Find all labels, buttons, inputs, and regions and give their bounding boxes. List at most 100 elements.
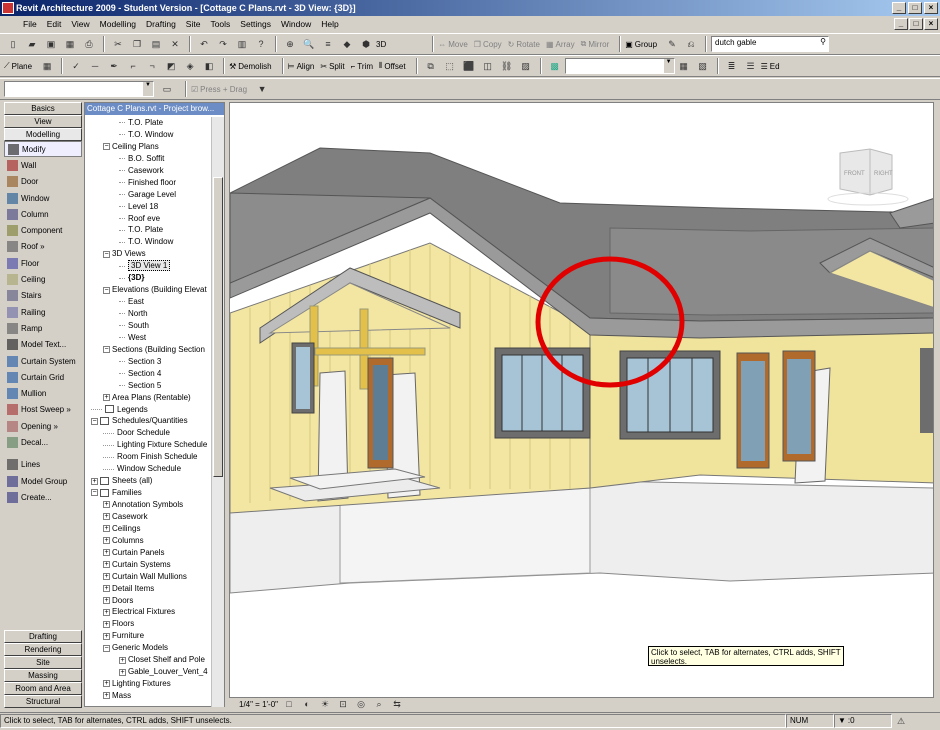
collapse-icon[interactable]: − [103,250,110,258]
house-3d-render[interactable]: FRONT RIGHT [230,103,934,698]
expand-icon[interactable]: + [103,632,110,640]
browser-node[interactable]: North [85,308,212,320]
maximize-button[interactable]: □ [908,2,922,14]
browser-node[interactable]: Finished floor [85,177,212,189]
type-properties-icon[interactable]: ▧ [694,57,712,75]
mirror-button[interactable]: ⧉ Mirror [581,39,610,49]
properties-icon[interactable]: ▦ [675,57,693,75]
viewcube[interactable]: FRONT RIGHT [827,148,909,206]
expand-icon[interactable]: + [103,549,110,557]
browser-node[interactable]: Lighting Fixture Schedule [85,439,212,451]
collapse-icon[interactable]: − [103,644,110,652]
3d-view-label[interactable]: 3D [376,40,386,49]
rendering-icon[interactable]: ▩ [546,57,564,75]
collapse-icon[interactable]: − [91,489,98,497]
design-item-model-group[interactable]: Model Group [4,473,82,489]
browser-node[interactable]: + Annotation Symbols [85,499,212,511]
design-item-window[interactable]: Window [4,190,82,206]
paint-bucket-icon[interactable]: ◈ [181,57,199,75]
design-item-railing[interactable]: Railing [4,304,82,320]
worksets-icon[interactable]: ⇆ [391,699,403,709]
filter-indicator[interactable]: ▼ :0 [834,714,892,728]
design-tab-view[interactable]: View [4,115,82,128]
menu-help[interactable]: Help [316,16,343,32]
expand-icon[interactable]: + [103,620,110,628]
browser-node[interactable]: Roof eve [85,213,212,225]
help-icon[interactable]: ? [252,35,270,53]
design-item-door[interactable]: Door [4,174,82,190]
model-graphics-icon[interactable]: ◐ [301,699,313,709]
revit-app-icon[interactable] [2,2,14,14]
browser-node[interactable]: − Sections (Building Section [85,344,212,356]
menu-window[interactable]: Window [276,16,316,32]
menu-edit[interactable]: Edit [42,16,67,32]
browser-node[interactable]: −3D Views [85,248,212,260]
design-item-modify[interactable]: Modify [4,141,82,158]
rotate-button[interactable]: ↻ Rotate [508,40,540,49]
menu-view[interactable]: View [66,16,94,32]
save-to-central-icon[interactable]: ▦ [61,35,79,53]
shadows-icon[interactable]: ☀ [319,699,331,709]
expand-icon[interactable]: + [91,477,98,485]
redo-icon[interactable]: ↷ [214,35,232,53]
search-input[interactable]: dutch gable ⚲ [711,36,830,52]
expand-icon[interactable]: + [103,692,110,700]
browser-node[interactable]: 3D View 1 [85,260,212,272]
browser-node[interactable]: + Detail Items [85,583,212,595]
reveal-icon[interactable]: ⌕ [373,699,385,709]
thin-lines-icon[interactable]: ≡ [319,35,337,53]
menu-site[interactable]: Site [181,16,206,32]
design-item-floor[interactable]: Floor [4,255,82,271]
resize-icon[interactable]: ⬚ [441,57,459,75]
browser-node[interactable]: − Schedules/Quantities [85,415,212,427]
browser-node[interactable]: Door Schedule [85,427,212,439]
menu-modelling[interactable]: Modelling [95,16,141,32]
wall-join-icon[interactable]: ◩ [162,57,180,75]
browser-node[interactable]: Section 4 [85,368,212,380]
doc-minimize-button[interactable]: _ [894,18,908,30]
design-item-curtain-grid[interactable]: Curtain Grid [4,369,82,385]
expand-icon[interactable]: + [119,668,126,676]
collapse-icon[interactable]: − [103,346,110,354]
browser-node[interactable]: + Gable_Louver_Vent_4 [85,666,212,678]
unjoin-icon[interactable]: ¬ [143,57,161,75]
cut-icon[interactable]: ✂ [109,35,127,53]
menu-file[interactable]: File [18,16,42,32]
browser-node[interactable]: − Elevations (Building Elevat [85,284,212,296]
design-tab-site[interactable]: Site [4,656,82,669]
expand-icon[interactable]: + [103,513,110,521]
cancel-icon[interactable]: ✕ [166,35,184,53]
design-item-component[interactable]: Component [4,222,82,238]
browser-node[interactable]: + Curtain Systems [85,559,212,571]
browser-node[interactable]: B.O. Soffit [85,153,212,165]
browser-scrollbar[interactable] [211,117,224,707]
close-button[interactable]: × [924,2,938,14]
new-icon[interactable]: ▯ [4,35,22,53]
properties-button-icon[interactable]: ▭ [158,80,176,98]
plane-button[interactable]: ⟋ Plane [4,61,32,71]
design-item-curtain-system[interactable]: Curtain System [4,353,82,369]
split-button[interactable]: ✂ Split [320,62,344,71]
trim-button[interactable]: ⌐ Trim [351,62,373,71]
pin-icon[interactable]: ✎ [663,35,681,53]
collapse-icon[interactable]: − [103,143,110,151]
image-icon[interactable]: ▨ [517,57,535,75]
expand-icon[interactable]: + [103,525,110,533]
browser-node[interactable]: + Area Plans (Rentable) [85,392,212,404]
text-icon[interactable]: ≣ [723,57,741,75]
expand-icon[interactable]: + [103,680,110,688]
browser-node[interactable]: T.O. Plate [85,224,212,236]
design-tab-modelling[interactable]: Modelling [4,128,82,141]
design-item-ramp[interactable]: Ramp [4,320,82,336]
design-item-column[interactable]: Column [4,206,82,222]
browser-node[interactable]: South [85,320,212,332]
expand-icon[interactable]: + [103,561,110,569]
view-scrollbar[interactable] [934,102,940,698]
browser-node[interactable]: T.O. Plate [85,117,212,129]
doc-restore-button[interactable]: □ [909,18,923,30]
save-icon[interactable]: ▣ [42,35,60,53]
collapse-icon[interactable]: − [103,286,110,294]
browser-node[interactable]: + Closet Shelf and Pole [85,654,212,666]
design-tab-room-and-area[interactable]: Room and Area [4,682,82,695]
menu-settings[interactable]: Settings [235,16,276,32]
